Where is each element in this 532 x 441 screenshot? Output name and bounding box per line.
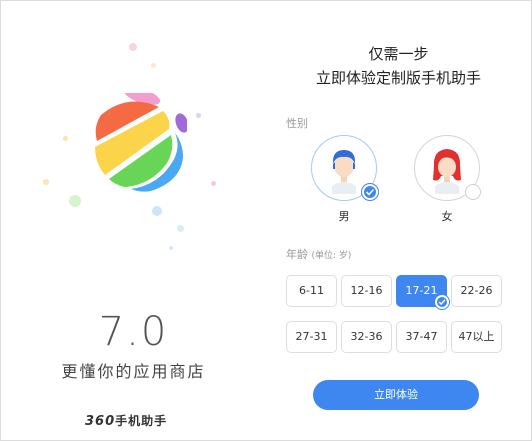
title-line-2: 立即体验定制版手机助手 bbox=[315, 69, 481, 87]
brand-text: 手机助手 bbox=[115, 414, 168, 428]
setup-panel: 仅需一步 立即体验定制版手机助手 性别 男 女 年龄 (单位: 岁) 6-11 … bbox=[266, 1, 531, 440]
tagline: 更懂你的应用商店 bbox=[61, 362, 206, 381]
age-section-label: 年龄 (单位: 岁) bbox=[286, 246, 351, 262]
app-window: 7.0 更懂你的应用商店 360手机助手 仅需一步 立即体验定制版手机助手 性别… bbox=[0, 0, 532, 441]
brand-logo: 360手机助手 bbox=[85, 412, 167, 429]
decor-dot bbox=[177, 225, 184, 232]
age-option[interactable]: 47以上 bbox=[451, 321, 502, 353]
age-option[interactable]: 27-31 bbox=[286, 321, 337, 353]
decor-dot bbox=[69, 195, 81, 207]
gender-option-female[interactable] bbox=[414, 135, 481, 201]
age-option[interactable]: 37-47 bbox=[396, 321, 447, 353]
age-option[interactable]: 32-36 bbox=[341, 321, 392, 353]
title-line-1: 仅需一步 bbox=[368, 45, 429, 63]
splash-panel: 7.0 更懂你的应用商店 360手机助手 bbox=[1, 1, 266, 440]
age-unit-label: (单位: 岁) bbox=[311, 251, 352, 261]
gender-section-label: 性别 bbox=[286, 117, 308, 130]
age-option[interactable]: 22-26 bbox=[451, 275, 502, 307]
female-unselected-check-icon bbox=[465, 184, 481, 200]
decor-dot bbox=[151, 63, 156, 68]
age-option-label: 17-21 bbox=[405, 284, 438, 297]
decor-dot bbox=[63, 136, 68, 141]
decor-dot bbox=[129, 43, 137, 51]
decor-dot bbox=[211, 181, 216, 186]
version-number: 7.0 bbox=[98, 309, 169, 355]
app-logo-icon bbox=[95, 93, 187, 192]
age-label: 年龄 bbox=[286, 248, 308, 261]
gender-option-male[interactable] bbox=[311, 135, 378, 201]
brand-number: 360 bbox=[85, 414, 116, 429]
decor-dot bbox=[169, 246, 173, 250]
female-label: 女 bbox=[441, 210, 453, 223]
try-now-button[interactable]: 立即体验 bbox=[313, 380, 479, 410]
male-selected-check-icon bbox=[362, 184, 378, 200]
age-option[interactable]: 6-11 bbox=[286, 275, 337, 307]
age-option-selected[interactable]: 17-21 bbox=[396, 275, 449, 309]
decor-dot bbox=[152, 206, 162, 216]
decor-dot bbox=[196, 113, 201, 118]
decor-dot bbox=[43, 179, 49, 185]
age-option[interactable]: 12-16 bbox=[341, 275, 392, 307]
male-label: 男 bbox=[338, 210, 350, 223]
age-selected-check-icon bbox=[435, 295, 449, 309]
